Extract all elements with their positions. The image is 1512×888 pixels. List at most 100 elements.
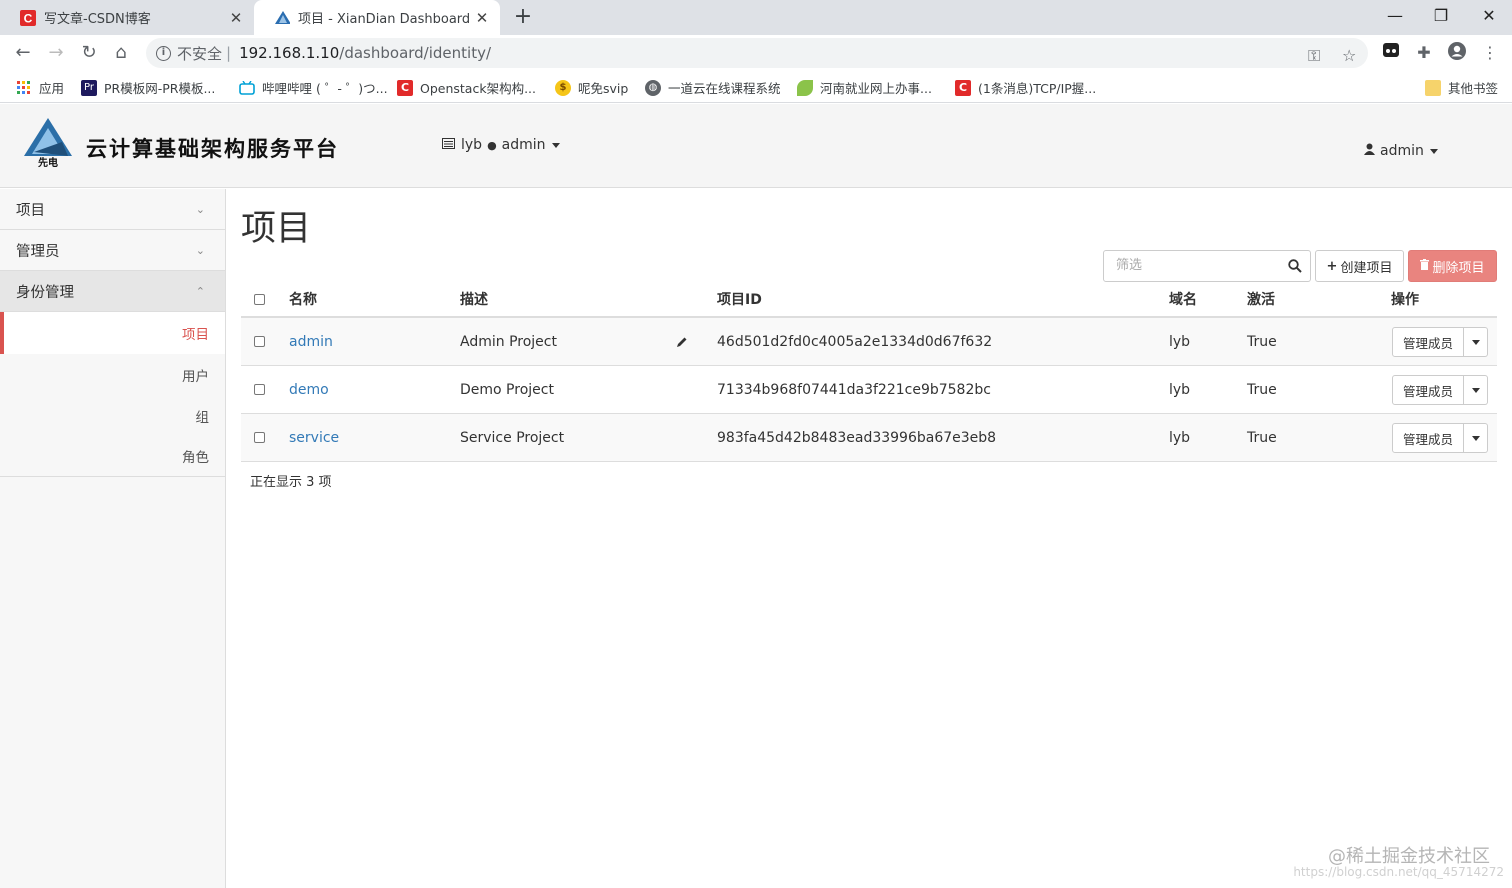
sidebar-item-label: 项目 bbox=[182, 327, 209, 343]
bookmark-label: 一道云在线课程系统 bbox=[668, 81, 781, 96]
project-domain: lyb bbox=[1169, 381, 1191, 398]
sidebar-item-roles[interactable]: 角色 bbox=[0, 436, 225, 477]
user-icon bbox=[1364, 143, 1375, 159]
caret-down-icon bbox=[1471, 435, 1480, 441]
pencil-icon[interactable] bbox=[676, 318, 688, 365]
column-enabled[interactable]: 激活 bbox=[1247, 282, 1275, 316]
premiere-icon: Pr bbox=[81, 79, 97, 96]
puzzle-icon[interactable]: ✚ bbox=[1412, 41, 1436, 65]
more-actions-dropdown[interactable] bbox=[1464, 327, 1488, 357]
sidebar-item-label: 用户 bbox=[182, 368, 209, 385]
home-icon[interactable]: ⌂ bbox=[108, 40, 134, 66]
row-checkbox[interactable] bbox=[254, 336, 265, 347]
project-id: 71334b968f07441da3f221ce9b7582bc bbox=[717, 381, 991, 398]
star-icon[interactable]: ☆ bbox=[1342, 46, 1356, 65]
minimize-icon[interactable]: — bbox=[1372, 0, 1418, 35]
sidebar-section-admin[interactable]: 管理员 ⌄ bbox=[0, 230, 225, 271]
globe-icon: ◍ bbox=[645, 79, 661, 96]
browser-tab-csdn[interactable]: C 写文章-CSDN博客 ✕ bbox=[0, 0, 254, 35]
svg-text:C: C bbox=[24, 11, 33, 25]
project-domain: lyb bbox=[1169, 333, 1191, 350]
bookmark-bilibili[interactable]: 哔哩哔哩 ( ゜- ゜)つ... bbox=[239, 78, 388, 97]
user-menu-dropdown[interactable]: admin bbox=[1364, 143, 1438, 159]
browser-toolbar: ← → ↻ ⌂ i 不安全 | 192.168.1.10 /dashboard/… bbox=[0, 35, 1512, 71]
row-checkbox[interactable] bbox=[254, 384, 265, 395]
caret-down-icon bbox=[1429, 148, 1438, 154]
bookmark-other[interactable]: 其他书签 bbox=[1425, 78, 1498, 97]
browser-tab-bar: C 写文章-CSDN博客 ✕ 项目 - XianDian Dashboard ✕… bbox=[0, 0, 1512, 35]
delete-project-button[interactable]: 删除项目 bbox=[1408, 250, 1497, 282]
project-name-link[interactable]: service bbox=[289, 414, 339, 461]
caret-down-icon bbox=[1471, 339, 1480, 345]
project-description: Admin Project bbox=[460, 333, 557, 350]
brand-logo[interactable]: 先电 bbox=[22, 116, 74, 172]
bookmark-tcp[interactable]: C (1条消息)TCP/IP握... bbox=[955, 78, 1096, 97]
address-bar[interactable]: i 不安全 | 192.168.1.10 /dashboard/identity… bbox=[146, 38, 1368, 68]
more-actions-dropdown[interactable] bbox=[1464, 423, 1488, 453]
bookmark-openstack[interactable]: C Openstack架构构... bbox=[397, 78, 536, 97]
bookmark-yidaoyun[interactable]: ◍ 一道云在线课程系统 bbox=[645, 78, 781, 97]
project-description: Demo Project bbox=[460, 381, 554, 398]
browser-tab-dashboard[interactable]: 项目 - XianDian Dashboard ✕ bbox=[254, 0, 500, 35]
chevron-down-icon: ⌄ bbox=[195, 202, 205, 216]
reload-icon[interactable]: ↻ bbox=[76, 40, 102, 66]
window-close-icon[interactable]: ✕ bbox=[1466, 0, 1512, 35]
more-actions-dropdown[interactable] bbox=[1464, 375, 1488, 405]
search-icon[interactable] bbox=[1288, 251, 1302, 283]
sidebar-item-label: 组 bbox=[195, 409, 210, 426]
close-tab-icon[interactable]: ✕ bbox=[228, 9, 244, 27]
select-all-checkbox[interactable] bbox=[254, 293, 265, 305]
column-description[interactable]: 描述 bbox=[460, 282, 488, 316]
manage-members-button[interactable]: 管理成员 bbox=[1392, 423, 1464, 453]
trash-icon bbox=[1420, 258, 1430, 274]
sidebar-item-users[interactable]: 用户 bbox=[0, 354, 225, 395]
column-name[interactable]: 名称 bbox=[289, 282, 317, 316]
address-separator: | bbox=[226, 44, 232, 62]
manage-members-button[interactable]: 管理成员 bbox=[1392, 375, 1464, 405]
manage-members-button[interactable]: 管理成员 bbox=[1392, 327, 1464, 357]
bookmark-pr[interactable]: Pr PR模板网-PR模板... bbox=[81, 78, 215, 97]
close-tab-icon[interactable]: ✕ bbox=[474, 9, 490, 27]
menu-kebab-icon[interactable]: ⋮ bbox=[1478, 41, 1502, 65]
bookmark-henan[interactable]: 河南就业网上办事... bbox=[797, 78, 932, 97]
url-path: /dashboard/identity/ bbox=[339, 44, 492, 62]
project-name-link[interactable]: admin bbox=[289, 318, 333, 365]
project-enabled: True bbox=[1247, 381, 1277, 398]
forward-icon[interactable]: → bbox=[43, 40, 69, 66]
bilibili-icon bbox=[239, 80, 255, 96]
bookmark-apps[interactable]: 应用 bbox=[16, 78, 64, 97]
projects-table: 名称 描述 项目ID 域名 激活 操作 admin Admin Project … bbox=[241, 282, 1497, 462]
project-description: Service Project bbox=[460, 429, 565, 446]
sidebar: 项目 ⌄ 管理员 ⌄ 身份管理 ⌃ 项目 用户 组 角色 bbox=[0, 189, 226, 888]
sidebar-section-project[interactable]: 项目 ⌄ bbox=[0, 189, 225, 230]
bookmark-label: 河南就业网上办事... bbox=[820, 81, 932, 96]
row-checkbox[interactable] bbox=[254, 432, 265, 443]
user-name: admin bbox=[1380, 143, 1424, 159]
project-context-dropdown[interactable]: lyb ● admin bbox=[442, 137, 560, 153]
item-count: 正在显示 3 项 bbox=[250, 475, 332, 490]
sidebar-section-identity[interactable]: 身份管理 ⌃ bbox=[0, 271, 225, 312]
key-icon[interactable]: ⚿ bbox=[1308, 46, 1320, 66]
column-domain[interactable]: 域名 bbox=[1169, 282, 1197, 316]
profile-icon[interactable] bbox=[1445, 41, 1469, 65]
info-icon[interactable]: i bbox=[156, 45, 171, 61]
project-id: 983fa45d42b8483ead33996ba67e3eb8 bbox=[717, 429, 997, 446]
new-tab-button[interactable]: + bbox=[510, 4, 536, 30]
openstack-icon bbox=[274, 10, 290, 26]
column-project-id[interactable]: 项目ID bbox=[717, 282, 762, 316]
create-project-button[interactable]: + 创建项目 bbox=[1315, 250, 1404, 282]
restore-icon[interactable]: ❐ bbox=[1418, 0, 1464, 35]
extension-icon[interactable] bbox=[1379, 41, 1403, 65]
project-id: 46d501d2fd0c4005a2e1334d0d67f632 bbox=[717, 333, 993, 350]
bookmark-svip[interactable]: $ 呢免svip bbox=[555, 78, 628, 97]
filter-input[interactable]: 筛选 bbox=[1103, 250, 1311, 282]
row-actions: 管理成员 bbox=[1392, 327, 1488, 357]
sidebar-item-projects[interactable]: 项目 bbox=[0, 312, 225, 354]
back-icon[interactable]: ← bbox=[10, 40, 36, 66]
project-name-link[interactable]: demo bbox=[289, 366, 329, 413]
sidebar-item-groups[interactable]: 组 bbox=[0, 395, 225, 436]
plus-icon: + bbox=[1326, 258, 1338, 274]
brand-title: 云计算基础架构服务平台 bbox=[86, 136, 339, 161]
tab-title: 写文章-CSDN博客 bbox=[44, 12, 151, 27]
leaf-icon bbox=[797, 79, 813, 96]
